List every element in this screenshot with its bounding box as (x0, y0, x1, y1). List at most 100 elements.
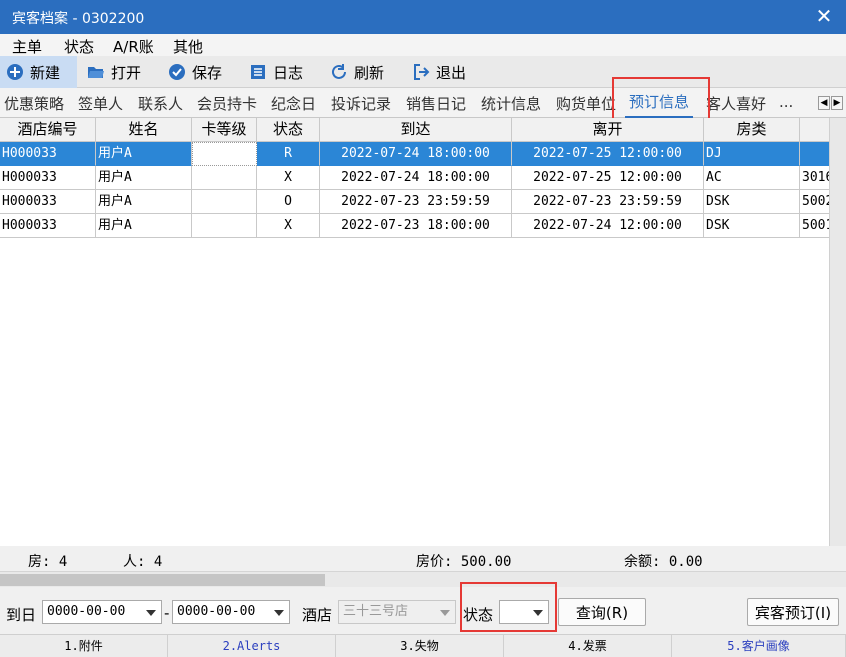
save-button[interactable]: 保存 (168, 56, 222, 88)
cell-hotel-no: H000033 (0, 166, 96, 190)
cell-arrival: 2022-07-24 18:00:00 (320, 166, 512, 190)
cell-room-type: AC (704, 166, 800, 190)
summary-people: 人: 4 (123, 554, 163, 570)
column-header-name[interactable]: 姓名 (96, 118, 192, 142)
refresh-icon (330, 63, 348, 81)
cell-room-no: 5002 (800, 190, 829, 214)
guest-reservation-button[interactable]: 宾客预订(I) (747, 598, 839, 626)
tab-member-card[interactable]: 会员持卡 (197, 93, 257, 114)
summary-bar: 房: 4 人: 4 房价: 500.00 余额: 0.00 (0, 546, 846, 571)
table-row[interactable]: H000033 用户A X 2022-07-24 18:00:00 2022-0… (0, 166, 829, 190)
column-header-arrival[interactable]: 到达 (320, 118, 512, 142)
cell-room-no: 5001 (800, 214, 829, 238)
date-to-picker[interactable]: 0000-00-00 (172, 600, 290, 624)
exit-button[interactable]: 退出 (412, 56, 466, 88)
menu-main[interactable]: 主单 (12, 36, 42, 57)
column-header-status[interactable]: 状态 (257, 118, 320, 142)
open-button[interactable]: 打开 (87, 56, 141, 88)
date-from-picker[interactable]: 0000-00-00 (42, 600, 162, 624)
table-header: 酒店编号 姓名 卡等级 状态 到达 离开 房类 (0, 118, 829, 142)
cell-hotel-no: H000033 (0, 190, 96, 214)
log-button[interactable]: 日志 (249, 56, 303, 88)
tab-scroll-left-icon[interactable]: ◀ (818, 96, 830, 110)
table-vertical-scrollbar[interactable] (829, 118, 846, 546)
column-header-hotel-no[interactable]: 酒店编号 (0, 118, 96, 142)
cell-card-level (192, 190, 257, 214)
status-select[interactable] (499, 600, 549, 624)
summary-room-price: 房价: 500.00 (416, 554, 512, 570)
summary-balance: 余额: 0.00 (624, 554, 703, 570)
status-tab-lost-items[interactable]: 3.失物 (336, 635, 504, 657)
chevron-down-icon (440, 610, 450, 616)
cell-name: 用户A (96, 166, 192, 190)
column-header-room-type[interactable]: 房类 (704, 118, 800, 142)
cell-room-type: DSK (704, 190, 800, 214)
cell-card-level (192, 214, 257, 238)
cell-departure: 2022-07-25 12:00:00 (512, 142, 704, 166)
horizontal-scroll-thumb[interactable] (0, 574, 325, 586)
cell-room-no: 3016 (800, 166, 829, 190)
status-tab-attachments[interactable]: 1.附件 (0, 635, 168, 657)
query-button[interactable]: 查询(R) (558, 598, 646, 626)
date-label: 到日 (6, 606, 37, 624)
tab-sales-diary[interactable]: 销售日记 (406, 93, 466, 114)
column-header-card-level[interactable]: 卡等级 (192, 118, 257, 142)
cell-name: 用户A (96, 190, 192, 214)
toolbar: 新建 打开 保存 日志 刷新 退出 (0, 56, 846, 88)
cell-status: R (257, 142, 320, 166)
status-filter-label: 状态 (463, 606, 494, 624)
table-row[interactable]: H000033 用户A X 2022-07-23 18:00:00 2022-0… (0, 214, 829, 238)
column-header-room-no[interactable] (800, 118, 829, 142)
close-icon[interactable]: ✕ (812, 4, 836, 28)
new-label: 新建 (30, 63, 61, 82)
save-label: 保存 (192, 63, 223, 82)
new-button[interactable]: 新建 (0, 56, 77, 88)
column-header-departure[interactable]: 离开 (512, 118, 704, 142)
cell-arrival: 2022-07-24 18:00:00 (320, 142, 512, 166)
chevron-down-icon[interactable] (274, 610, 284, 616)
status-bar: 1.附件 2.Alerts 3.失物 4.发票 5.客户画像 (0, 634, 846, 657)
menu-other[interactable]: 其他 (173, 36, 203, 57)
log-label: 日志 (273, 63, 304, 82)
tab-contact[interactable]: 联系人 (138, 93, 183, 114)
date-range-dash: - (164, 604, 170, 622)
table-row[interactable]: H000033 用户A O 2022-07-23 23:59:59 2022-0… (0, 190, 829, 214)
tab-guest-preference[interactable]: 客人喜好 (706, 93, 766, 114)
tab-strip: 优惠策略 签单人 联系人 会员持卡 纪念日 投诉记录 销售日记 统计信息 购货单… (0, 88, 846, 118)
tab-purchasing-unit[interactable]: 购货单位 (556, 93, 616, 114)
tab-statistics[interactable]: 统计信息 (481, 93, 541, 114)
tab-anniversary[interactable]: 纪念日 (271, 93, 316, 114)
list-icon (249, 63, 267, 81)
cell-room-no (800, 142, 829, 166)
tab-signer[interactable]: 签单人 (78, 93, 123, 114)
window-title: 宾客档案 - 0302200 (12, 11, 145, 27)
table-row[interactable]: H000033 用户A R 2022-07-24 18:00:00 2022-0… (0, 142, 829, 166)
tab-discount-policy[interactable]: 优惠策略 (4, 93, 64, 114)
cell-room-type: DJ (704, 142, 800, 166)
tab-more[interactable]: ... (779, 93, 793, 111)
menu-ar-account[interactable]: A/R账 (113, 36, 154, 57)
chevron-down-icon[interactable] (533, 610, 543, 616)
status-tab-alerts[interactable]: 2.Alerts (168, 635, 336, 657)
open-label: 打开 (111, 63, 142, 82)
cell-arrival: 2022-07-23 18:00:00 (320, 214, 512, 238)
refresh-label: 刷新 (354, 63, 385, 82)
cell-name: 用户A (96, 142, 192, 166)
chevron-down-icon[interactable] (146, 610, 156, 616)
cell-hotel-no: H000033 (0, 142, 96, 166)
status-tab-customer-profile[interactable]: 5.客户画像 (672, 635, 846, 657)
cell-card-level (192, 142, 257, 166)
tab-complaint-record[interactable]: 投诉记录 (331, 93, 391, 114)
summary-rooms: 房: 4 (28, 554, 68, 570)
plus-circle-icon (6, 63, 24, 81)
cell-room-type: DSK (704, 214, 800, 238)
exit-icon (412, 63, 430, 81)
refresh-button[interactable]: 刷新 (330, 56, 384, 88)
folder-open-icon (87, 63, 105, 81)
menu-status[interactable]: 状态 (64, 36, 94, 57)
tab-reservation-info[interactable]: 预订信息 (624, 91, 694, 118)
title-bar: 宾客档案 - 0302200 ✕ (0, 0, 846, 34)
table-horizontal-scrollbar[interactable] (0, 571, 846, 587)
tab-scroll-right-icon[interactable]: ▶ (831, 96, 843, 110)
status-tab-invoices[interactable]: 4.发票 (504, 635, 672, 657)
